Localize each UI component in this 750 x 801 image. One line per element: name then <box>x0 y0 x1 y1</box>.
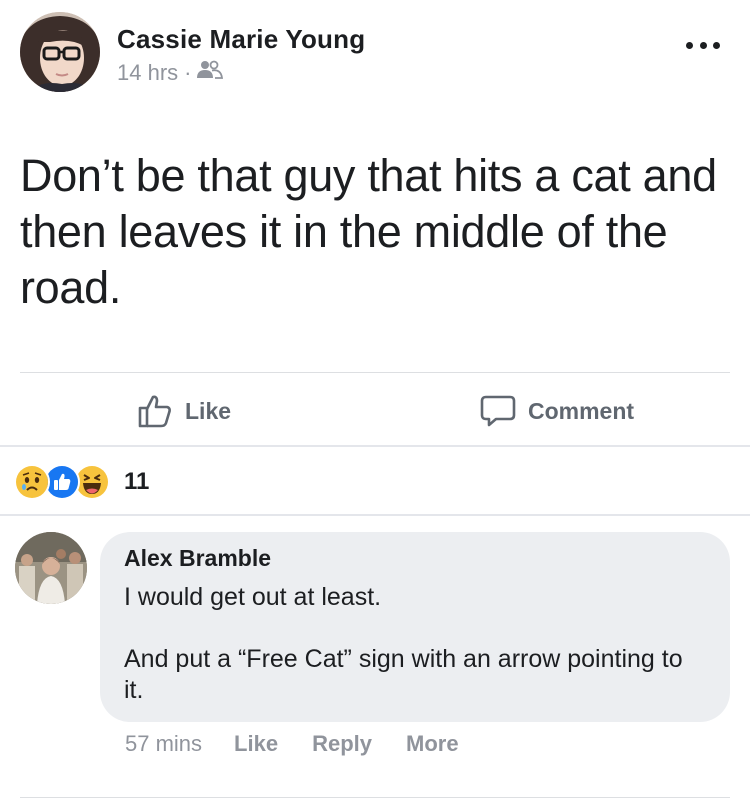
comment-time[interactable]: 57 mins <box>125 731 202 757</box>
post-action-bar: Like Comment <box>0 373 750 445</box>
like-label: Like <box>185 397 232 424</box>
more-options-icon[interactable] <box>686 38 720 52</box>
post-time[interactable]: 14 hrs <box>117 60 178 86</box>
reaction-count: 11 <box>124 468 150 495</box>
post-text: Don’t be that guy that hits a cat and th… <box>20 150 717 313</box>
author-avatar[interactable] <box>20 12 100 92</box>
meta-separator: · <box>184 60 192 85</box>
comment-like-button[interactable]: Like <box>234 731 278 757</box>
comment-reply-button[interactable]: Reply <box>312 731 372 757</box>
comment-bubble: Alex Bramble I would get out at least. A… <box>100 532 730 722</box>
divider <box>0 514 750 516</box>
author-avatar-image <box>20 12 100 92</box>
comment-button[interactable]: Comment <box>480 393 634 429</box>
thumbs-up-icon <box>138 395 171 428</box>
commenter-avatar-image <box>15 532 87 604</box>
comment-label: Comment <box>528 397 635 424</box>
post-meta: 14 hrs · <box>117 60 224 86</box>
reactions-summary[interactable]: 11 <box>14 462 149 502</box>
sad-reaction-icon <box>14 464 50 500</box>
author-name[interactable]: Cassie Marie Young <box>117 24 365 55</box>
divider <box>20 797 730 798</box>
comment-author[interactable]: Alex Bramble <box>124 545 706 572</box>
commenter-avatar[interactable] <box>15 532 87 604</box>
comment-icon <box>480 395 516 427</box>
divider <box>0 445 750 447</box>
like-button[interactable]: Like <box>137 393 231 429</box>
comment-actions: 57 mins Like Reply More <box>125 731 493 757</box>
comment-text: I would get out at least. And put a “Fre… <box>124 583 683 704</box>
friends-icon[interactable] <box>197 60 224 86</box>
comment-more-button[interactable]: More <box>406 731 459 757</box>
post-header: Cassie Marie Young 14 hrs · <box>0 0 750 100</box>
